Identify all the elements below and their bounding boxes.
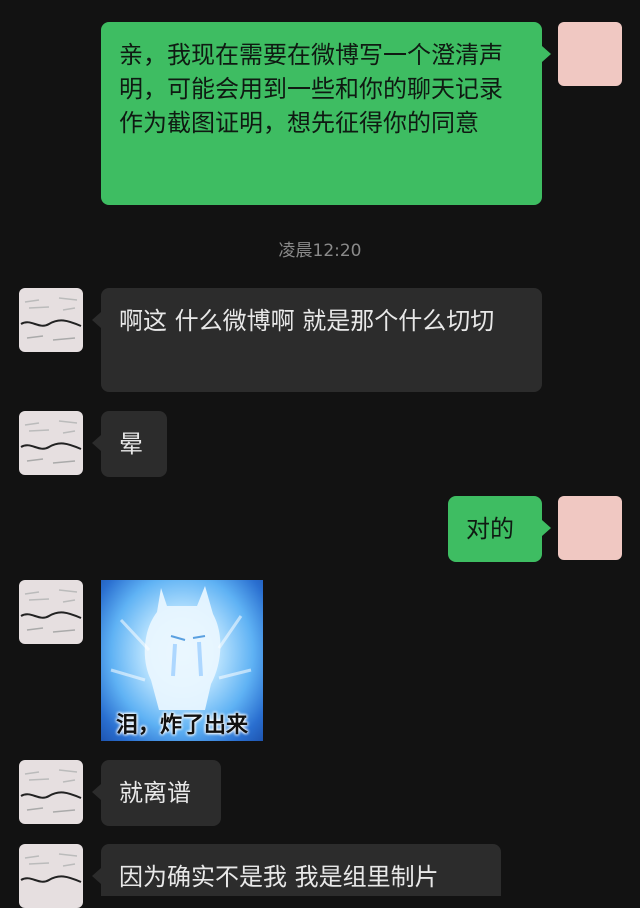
message-bubble-self[interactable]: 对的 <box>448 496 542 562</box>
message-bubble-other[interactable]: 因为确实不是我 我是组里制片 <box>101 844 501 896</box>
bubble-tail <box>92 435 101 451</box>
self-avatar[interactable] <box>558 22 622 86</box>
avatar-scribble-icon <box>20 589 82 633</box>
message-timestamp: 凌晨12:20 <box>278 241 362 261</box>
bubble-tail <box>92 312 101 328</box>
avatar-scribble-icon <box>20 420 82 464</box>
avatar-scribble-icon <box>20 853 82 883</box>
self-avatar[interactable] <box>558 496 622 560</box>
contact-avatar[interactable] <box>19 411 83 475</box>
contact-avatar[interactable] <box>19 760 83 824</box>
message-bubble-self[interactable]: 亲，我现在需要在微博写一个澄清声明，可能会用到一些和你的聊天记录作为截图证明，想… <box>101 22 542 205</box>
contact-avatar[interactable] <box>19 580 83 644</box>
avatar-scribble-icon <box>20 297 82 341</box>
bubble-tail <box>92 784 101 800</box>
bubble-tail <box>542 46 551 62</box>
contact-avatar[interactable] <box>19 288 83 352</box>
bubble-tail <box>92 868 101 884</box>
message-bubble-other[interactable]: 啊这 什么微博啊 就是那个什么切切 <box>101 288 542 392</box>
sticker-caption: 泪，炸了出来 <box>115 713 248 738</box>
bubble-tail <box>542 520 551 536</box>
sticker-image[interactable]: 泪，炸了出来 <box>101 580 263 741</box>
contact-avatar[interactable] <box>19 844 83 908</box>
message-bubble-other[interactable]: 就离谱 <box>101 760 221 826</box>
message-bubble-other[interactable]: 晕 <box>101 411 167 477</box>
avatar-scribble-icon <box>20 769 82 813</box>
